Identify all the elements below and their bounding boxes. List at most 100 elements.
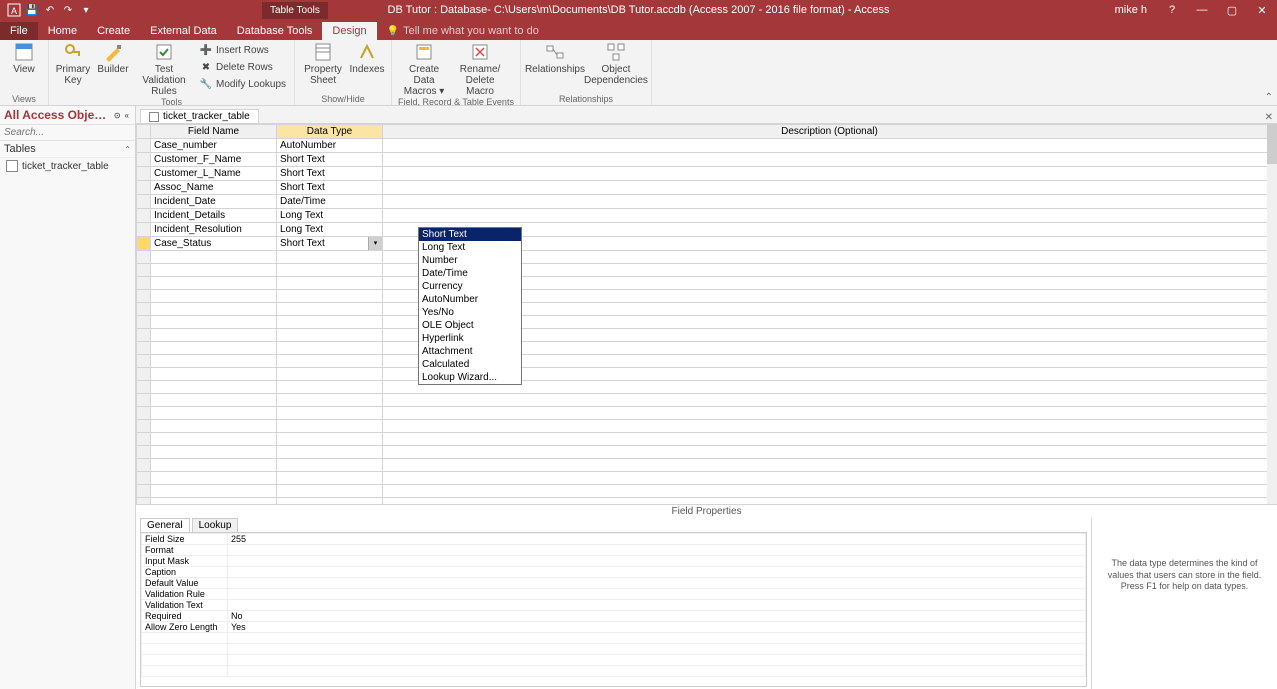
property-name-cell[interactable]: [142, 644, 228, 655]
data-type-cell[interactable]: Date/Time: [277, 195, 383, 209]
row-selector[interactable]: [137, 342, 151, 355]
row-selector[interactable]: [137, 264, 151, 277]
close-button[interactable]: ✕: [1247, 0, 1277, 20]
group-toggle-icon[interactable]: ⌃: [124, 145, 131, 154]
data-type-cell[interactable]: [277, 290, 383, 303]
modify-lookups-button[interactable]: 🔧Modify Lookups: [197, 76, 288, 92]
property-value-cell[interactable]: [228, 600, 1086, 611]
nav-object-ticket-tracker[interactable]: ticket_tracker_table: [0, 158, 135, 174]
document-tab-ticket-tracker[interactable]: ticket_tracker_table: [140, 109, 259, 123]
dropdown-option[interactable]: AutoNumber: [419, 293, 521, 306]
property-name-cell[interactable]: Default Value: [142, 578, 228, 589]
data-type-cell[interactable]: [277, 394, 383, 407]
property-value-cell[interactable]: [228, 567, 1086, 578]
col-header-description[interactable]: Description (Optional): [383, 125, 1277, 139]
property-value-cell[interactable]: Yes: [228, 622, 1086, 633]
data-type-cell[interactable]: [277, 355, 383, 368]
dropdown-option[interactable]: Attachment: [419, 345, 521, 358]
field-name-cell[interactable]: [151, 420, 277, 433]
property-value-cell[interactable]: [228, 644, 1086, 655]
field-name-cell[interactable]: [151, 459, 277, 472]
property-value-cell[interactable]: [228, 655, 1086, 666]
field-name-cell[interactable]: [151, 303, 277, 316]
field-name-cell[interactable]: [151, 472, 277, 485]
field-name-cell[interactable]: [151, 368, 277, 381]
field-name-cell[interactable]: [151, 355, 277, 368]
row-selector[interactable]: [137, 139, 151, 153]
dropdown-option[interactable]: Number: [419, 254, 521, 267]
description-cell[interactable]: [383, 167, 1277, 181]
field-name-cell[interactable]: [151, 394, 277, 407]
save-icon[interactable]: 💾: [24, 2, 40, 18]
property-name-cell[interactable]: Allow Zero Length: [142, 622, 228, 633]
field-name-cell[interactable]: [151, 316, 277, 329]
property-value-cell[interactable]: 255: [228, 534, 1086, 545]
tab-design[interactable]: Design: [322, 22, 376, 40]
description-cell[interactable]: [383, 153, 1277, 167]
grid-vertical-scrollbar[interactable]: [1267, 124, 1277, 504]
row-selector[interactable]: [137, 181, 151, 195]
col-header-field-name[interactable]: Field Name: [151, 125, 277, 139]
undo-icon[interactable]: ↶: [42, 2, 58, 18]
object-dependencies-button[interactable]: Object Dependencies: [587, 42, 645, 86]
nav-filter-icon[interactable]: ⊙: [112, 111, 123, 120]
test-validation-button[interactable]: Test Validation Rules: [135, 42, 193, 97]
field-name-cell[interactable]: [151, 498, 277, 505]
field-name-cell[interactable]: [151, 329, 277, 342]
data-type-cell[interactable]: [277, 433, 383, 446]
tab-file[interactable]: File: [0, 22, 38, 40]
field-name-cell[interactable]: [151, 264, 277, 277]
property-name-cell[interactable]: Caption: [142, 567, 228, 578]
data-type-dropdown[interactable]: Short TextLong TextNumberDate/TimeCurren…: [418, 227, 522, 385]
dropdown-option[interactable]: Short Text: [419, 228, 521, 241]
tab-home[interactable]: Home: [38, 22, 87, 40]
qat-customize-icon[interactable]: ▾: [78, 2, 94, 18]
rename-delete-macro-button[interactable]: Rename/ Delete Macro: [454, 42, 506, 97]
data-type-cell[interactable]: [277, 368, 383, 381]
data-type-dropdown-button[interactable]: ▾: [368, 237, 382, 250]
data-type-cell[interactable]: [277, 420, 383, 433]
property-value-cell[interactable]: [228, 633, 1086, 644]
description-cell[interactable]: [383, 485, 1277, 498]
design-grid-table[interactable]: Field Name Data Type Description (Option…: [136, 124, 1277, 504]
property-value-cell[interactable]: [228, 589, 1086, 600]
description-cell[interactable]: [383, 195, 1277, 209]
field-name-cell[interactable]: [151, 290, 277, 303]
row-selector[interactable]: [137, 472, 151, 485]
description-cell[interactable]: [383, 472, 1277, 485]
description-cell[interactable]: [383, 459, 1277, 472]
data-type-cell[interactable]: [277, 251, 383, 264]
description-cell[interactable]: [383, 433, 1277, 446]
data-type-cell[interactable]: [277, 459, 383, 472]
dropdown-option[interactable]: Lookup Wizard...: [419, 371, 521, 384]
row-selector[interactable]: [137, 303, 151, 316]
row-selector[interactable]: [137, 446, 151, 459]
row-selector[interactable]: [137, 277, 151, 290]
data-type-cell[interactable]: [277, 381, 383, 394]
field-name-cell[interactable]: [151, 251, 277, 264]
field-name-cell[interactable]: [151, 446, 277, 459]
property-name-cell[interactable]: [142, 655, 228, 666]
field-name-cell[interactable]: [151, 433, 277, 446]
field-name-cell[interactable]: Incident_Date: [151, 195, 277, 209]
property-value-cell[interactable]: [228, 666, 1086, 677]
field-name-cell[interactable]: Case_number: [151, 139, 277, 153]
row-selector[interactable]: [137, 368, 151, 381]
tab-external-data[interactable]: External Data: [140, 22, 227, 40]
data-type-cell[interactable]: [277, 407, 383, 420]
description-cell[interactable]: [383, 209, 1277, 223]
field-name-cell[interactable]: Incident_Resolution: [151, 223, 277, 237]
row-selector[interactable]: [137, 223, 151, 237]
description-cell[interactable]: [383, 394, 1277, 407]
field-name-cell[interactable]: Incident_Details: [151, 209, 277, 223]
select-all-corner[interactable]: [137, 125, 151, 139]
nav-pane-header[interactable]: All Access Obje… ⊙ «: [0, 106, 135, 125]
relationships-button[interactable]: Relationships: [527, 42, 583, 75]
field-name-cell[interactable]: Customer_L_Name: [151, 167, 277, 181]
insert-rows-button[interactable]: ➕Insert Rows: [197, 42, 288, 58]
field-name-cell[interactable]: Customer_F_Name: [151, 153, 277, 167]
row-selector[interactable]: [137, 433, 151, 446]
property-value-cell[interactable]: [228, 545, 1086, 556]
builder-button[interactable]: Builder: [95, 42, 131, 75]
data-type-cell[interactable]: [277, 498, 383, 505]
